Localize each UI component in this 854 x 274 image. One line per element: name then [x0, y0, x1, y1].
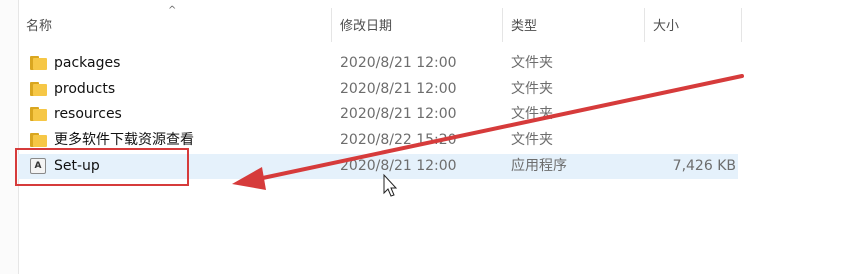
file-modified: 2020/8/21 12:00 [340, 106, 457, 122]
column-header-name-label: 名称 [26, 19, 53, 34]
sort-ascending-icon: ^ [168, 5, 177, 16]
file-name: packages [54, 55, 121, 71]
file-row[interactable]: resources 2020/8/21 12:00 文件夹 [18, 102, 738, 127]
file-modified: 2020/8/21 12:00 [340, 55, 457, 71]
file-type: 文件夹 [511, 106, 553, 122]
file-row[interactable]: products 2020/8/21 12:00 文件夹 [18, 77, 738, 102]
column-header-modified[interactable]: 修改日期 [332, 0, 502, 42]
file-modified: 2020/8/21 12:00 [340, 81, 457, 97]
folder-icon [30, 133, 47, 147]
highlight-box [15, 148, 189, 186]
column-divider[interactable] [741, 8, 742, 42]
file-type: 文件夹 [511, 132, 553, 148]
file-type: 文件夹 [511, 81, 553, 97]
folder-icon [30, 107, 47, 121]
folder-icon [30, 82, 47, 96]
column-header: 名称 ^ 修改日期 类型 大小 [18, 0, 854, 42]
file-type: 文件夹 [511, 55, 553, 71]
file-modified: 2020/8/21 12:00 [340, 158, 457, 174]
file-size: 7,426 KB [672, 158, 736, 174]
file-name: products [54, 81, 116, 97]
column-header-type-label: 类型 [511, 19, 538, 34]
file-row[interactable]: packages 2020/8/21 12:00 文件夹 [18, 51, 738, 76]
column-header-modified-label: 修改日期 [340, 19, 393, 34]
file-type: 应用程序 [511, 158, 567, 174]
column-header-size[interactable]: 大小 [645, 0, 741, 42]
navigation-pane-edge [0, 0, 19, 274]
column-header-size-label: 大小 [653, 19, 680, 34]
column-header-type[interactable]: 类型 [503, 0, 643, 42]
folder-icon [30, 56, 47, 70]
file-name: resources [54, 106, 122, 122]
file-modified: 2020/8/22 15:20 [340, 132, 457, 148]
